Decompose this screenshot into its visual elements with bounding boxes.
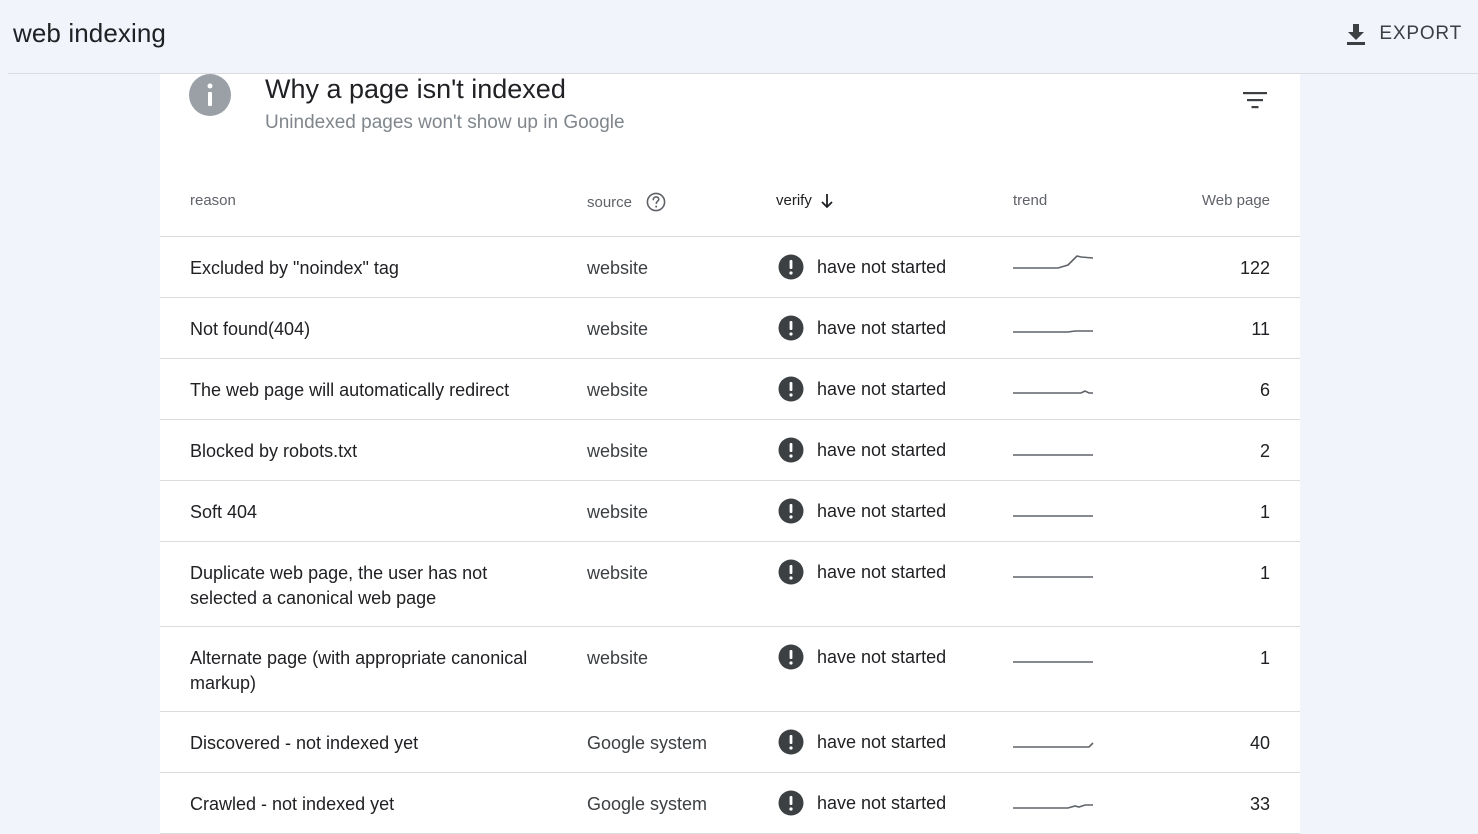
exclamation-circle-icon	[778, 315, 804, 341]
verify-status: have not started	[817, 646, 947, 667]
verify-status: have not started	[817, 561, 947, 582]
page-title: web indexing	[13, 18, 166, 48]
pages-cell: 1	[1259, 563, 1270, 583]
pages-cell: 33	[1249, 794, 1270, 814]
source-cell: website	[587, 319, 649, 339]
pages-cell: 1	[1259, 502, 1270, 522]
pages-cell: 2	[1259, 441, 1270, 461]
table-row[interactable]: Not found(404) website have not started …	[160, 298, 1300, 359]
verify-cell: have not started	[778, 315, 946, 341]
reason-cell: The web page will automatically redirect	[190, 380, 510, 400]
source-cell: website	[587, 502, 649, 522]
pages-cell: 1	[1259, 648, 1270, 668]
source-cell: Google system	[587, 794, 708, 814]
column-header-trend: trend	[1013, 192, 1047, 209]
filter-icon[interactable]	[1242, 88, 1268, 112]
reason-cell: Not found(404)	[190, 319, 311, 339]
table-row[interactable]: Discovered - not indexed yet Google syst…	[160, 712, 1300, 773]
verify-cell: have not started	[778, 559, 946, 585]
pages-cell: 122	[1239, 258, 1270, 278]
pages-cell: 40	[1249, 733, 1270, 753]
help-circle-icon[interactable]	[646, 192, 666, 212]
pages-cell: 11	[1251, 319, 1270, 339]
verify-status: have not started	[817, 378, 947, 399]
card-title: Why a page isn't indexed	[265, 74, 566, 104]
top-bar: web indexing EXPORT	[0, 0, 1478, 73]
index-report-card: Why a page isn't indexed Unindexed pages…	[160, 74, 1300, 834]
reason-cell: Blocked by robots.txt	[190, 441, 358, 461]
column-header-reason-label: reason	[190, 192, 236, 209]
column-header-pages-label: Web page	[1201, 192, 1270, 209]
card-subtitle: Unindexed pages won't show up in Google	[265, 112, 625, 133]
table-body: Excluded by "noindex" tag website have n…	[160, 237, 1300, 834]
export-button[interactable]: EXPORT	[1345, 18, 1462, 50]
table-row[interactable]: Blocked by robots.txt website have not s…	[160, 420, 1300, 481]
table-row[interactable]: Soft 404 website have not started 1	[160, 481, 1300, 542]
reason-cell: Discovered - not indexed yet	[190, 733, 419, 753]
verify-status: have not started	[817, 317, 947, 338]
download-icon	[1345, 22, 1367, 46]
source-cell: website	[587, 648, 649, 668]
source-cell: website	[587, 563, 649, 583]
verify-status: have not started	[817, 256, 947, 277]
column-header-trend-label: trend	[1013, 192, 1048, 209]
reason-cell: Duplicate web page, the user has not sel…	[190, 563, 488, 608]
table-row[interactable]: Excluded by "noindex" tag website have n…	[160, 237, 1300, 298]
table-row[interactable]: Alternate page (with appropriate canonic…	[160, 627, 1300, 712]
verify-status: have not started	[817, 439, 947, 460]
exclamation-circle-icon	[778, 498, 804, 524]
verify-status: have not started	[817, 792, 947, 813]
verify-status: have not started	[817, 731, 947, 752]
reason-cell: Soft 404	[190, 502, 258, 522]
reason-cell: Alternate page (with appropriate canonic…	[190, 648, 528, 693]
verify-status: have not started	[817, 500, 947, 521]
source-cell: website	[587, 258, 649, 278]
table-header: reason source verify trend Web page	[160, 168, 1300, 237]
column-header-reason: reason	[190, 192, 236, 209]
column-header-verify[interactable]: verify	[776, 192, 834, 209]
trend-sparkline	[1013, 727, 1095, 756]
reason-cell: Crawled - not indexed yet	[190, 794, 395, 814]
trend-sparkline	[1013, 642, 1095, 671]
trend-sparkline	[1013, 496, 1095, 525]
verify-cell: have not started	[778, 644, 946, 670]
source-cell: website	[587, 380, 649, 400]
exclamation-circle-icon	[778, 559, 804, 585]
pages-cell: 6	[1259, 380, 1270, 400]
exclamation-circle-icon	[778, 376, 804, 402]
column-header-source-label: source	[587, 193, 633, 211]
trend-sparkline	[1013, 374, 1095, 403]
column-header-pages: Web page	[1202, 192, 1270, 209]
export-label: EXPORT	[1379, 23, 1462, 44]
exclamation-circle-icon	[778, 437, 804, 463]
verify-cell: have not started	[778, 790, 946, 816]
table-row[interactable]: Crawled - not indexed yet Google system …	[160, 773, 1300, 834]
table-row[interactable]: Duplicate web page, the user has not sel…	[160, 542, 1300, 627]
column-header-source: source	[587, 192, 666, 212]
source-cell: website	[587, 441, 649, 461]
verify-cell: have not started	[778, 498, 946, 524]
exclamation-circle-icon	[778, 790, 804, 816]
trend-sparkline	[1013, 313, 1095, 342]
exclamation-circle-icon	[778, 729, 804, 755]
arrow-down-icon	[820, 193, 834, 209]
exclamation-circle-icon	[778, 254, 804, 280]
exclamation-circle-icon	[778, 644, 804, 670]
trend-sparkline	[1013, 435, 1095, 464]
verify-cell: have not started	[778, 254, 946, 280]
trend-sparkline	[1013, 788, 1095, 817]
info-icon	[189, 74, 231, 116]
verify-cell: have not started	[778, 376, 946, 402]
trend-sparkline	[1013, 557, 1095, 586]
table-row[interactable]: The web page will automatically redirect…	[160, 359, 1300, 420]
source-cell: Google system	[587, 733, 708, 753]
column-header-verify-label: verify	[776, 192, 812, 209]
verify-cell: have not started	[778, 729, 946, 755]
reason-cell: Excluded by "noindex" tag	[190, 258, 399, 278]
trend-sparkline	[1013, 252, 1095, 281]
verify-cell: have not started	[778, 437, 946, 463]
